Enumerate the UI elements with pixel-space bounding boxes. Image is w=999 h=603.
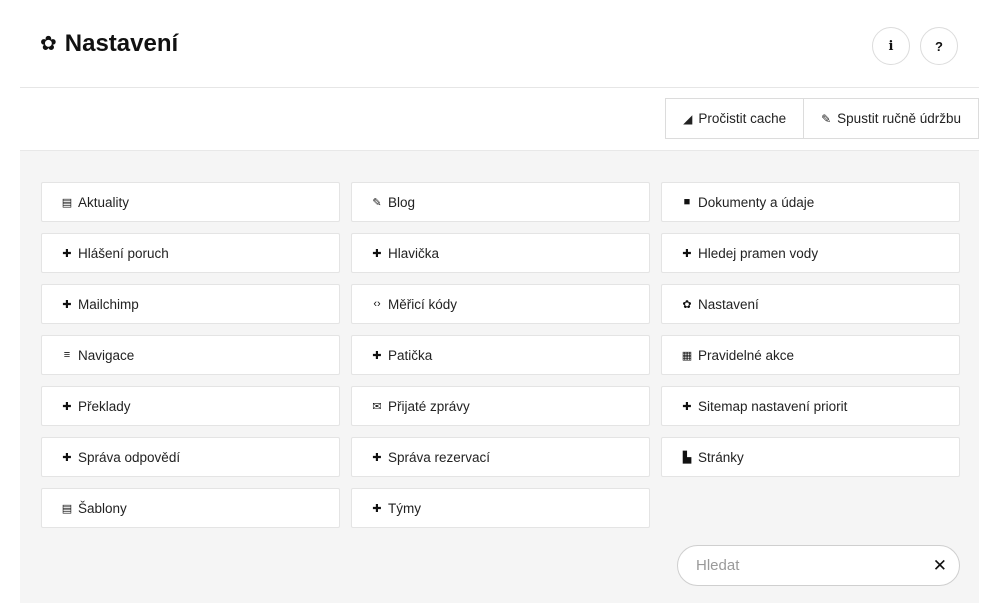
pencil-icon: ✎ xyxy=(372,196,382,209)
settings-item-sitemap[interactable]: ✚ Sitemap nastavení priorit xyxy=(661,386,960,426)
menu-icon: ≡ xyxy=(63,349,71,361)
settings-item-mailchimp[interactable]: ✚ Mailchimp xyxy=(41,284,340,324)
settings-item-label: Hledej pramen vody xyxy=(698,245,819,261)
settings-item-label: Patička xyxy=(388,347,433,363)
settings-item-hlaseni-poruch[interactable]: ✚ Hlášení poruch xyxy=(41,233,340,273)
clear-cache-button[interactable]: ◢ Pročistit cache xyxy=(665,98,805,139)
search-box: ✕ xyxy=(677,545,960,586)
settings-item-tymy[interactable]: ✚ Týmy xyxy=(351,488,650,528)
puzzle-icon: ✚ xyxy=(62,298,72,311)
toolbar: ◢ Pročistit cache ✎ Spustit ručně údržbu xyxy=(665,98,979,139)
info-icon: i xyxy=(888,38,894,54)
settings-item-hledej-pramen[interactable]: ✚ Hledej pramen vody xyxy=(661,233,960,273)
code-icon: ‹› xyxy=(373,298,381,310)
search-input[interactable] xyxy=(696,557,933,574)
page-title-text: Nastavení xyxy=(64,30,179,57)
settings-item-label: Měřicí kódy xyxy=(388,296,458,312)
settings-item-label: Mailchimp xyxy=(78,296,139,312)
settings-item-dokumenty[interactable]: ■ Dokumenty a údaje xyxy=(661,182,960,222)
puzzle-icon: ✚ xyxy=(62,247,72,260)
lock-icon: ■ xyxy=(683,196,691,208)
puzzle-icon: ✚ xyxy=(62,451,72,464)
info-button[interactable]: i xyxy=(872,27,910,65)
settings-item-label: Správa rezervací xyxy=(388,449,491,465)
settings-grid: ▤ Aktuality ✎ Blog ■ Dokumenty a údaje ✚ Hlá… xyxy=(41,182,960,528)
header-divider xyxy=(20,87,979,88)
file-icon: ▙ xyxy=(682,451,692,464)
settings-item-merici-kody[interactable]: ‹› Měřicí kódy xyxy=(351,284,650,324)
settings-item-label: Nastavení xyxy=(698,296,759,312)
gear-icon: ✿ xyxy=(682,298,692,311)
envelope-icon: ✉ xyxy=(372,400,382,413)
puzzle-icon: ✚ xyxy=(372,451,382,464)
settings-item-navigace[interactable]: ≡ Navigace xyxy=(41,335,340,375)
settings-item-blog[interactable]: ✎ Blog xyxy=(351,182,650,222)
settings-item-nastaveni[interactable]: ✿ Nastavení xyxy=(661,284,960,324)
settings-panel: ▤ Aktuality ✎ Blog ■ Dokumenty a údaje ✚ Hlá… xyxy=(20,150,979,603)
puzzle-icon: ✚ xyxy=(682,247,692,260)
gear-icon: ✿ xyxy=(40,33,57,55)
newspaper-icon: ▤ xyxy=(61,196,73,209)
settings-item-label: Správa odpovědí xyxy=(78,449,181,465)
settings-item-aktuality[interactable]: ▤ Aktuality xyxy=(41,182,340,222)
wrench-icon: ✎ xyxy=(821,111,832,126)
page-header: ✿ Nastavení i ? xyxy=(0,0,999,88)
help-button[interactable]: ? xyxy=(920,27,958,65)
settings-item-prijate-zpravy[interactable]: ✉ Přijaté zprávy xyxy=(351,386,650,426)
settings-item-label: Šablony xyxy=(78,500,127,516)
settings-item-label: Pravidelné akce xyxy=(698,347,795,363)
settings-item-sprava-rezervaci[interactable]: ✚ Správa rezervací xyxy=(351,437,650,477)
settings-item-label: Sitemap nastavení priorit xyxy=(698,398,848,414)
puzzle-icon: ✚ xyxy=(372,502,382,515)
puzzle-icon: ✚ xyxy=(372,247,382,260)
puzzle-icon: ✚ xyxy=(62,400,72,413)
settings-item-label: Aktuality xyxy=(78,194,130,210)
settings-item-label: Překlady xyxy=(78,398,131,414)
settings-item-paticka[interactable]: ✚ Patička xyxy=(351,335,650,375)
run-maintenance-button[interactable]: ✎ Spustit ručně údržbu xyxy=(804,98,979,139)
clear-cache-label: Pročistit cache xyxy=(698,111,787,126)
settings-item-sablony[interactable]: ▤ Šablony xyxy=(41,488,340,528)
settings-item-preklady[interactable]: ✚ Překlady xyxy=(41,386,340,426)
settings-item-label: Týmy xyxy=(388,500,421,516)
settings-item-label: Dokumenty a údaje xyxy=(698,194,815,210)
settings-item-label: Navigace xyxy=(78,347,135,363)
settings-item-label: Hlášení poruch xyxy=(78,245,169,261)
page-title: ✿ Nastavení xyxy=(40,30,178,58)
eraser-icon: ◢ xyxy=(683,111,693,126)
run-maintenance-label: Spustit ručně údržbu xyxy=(837,111,961,126)
settings-item-pravidelne-akce[interactable]: ▦ Pravidelné akce xyxy=(661,335,960,375)
settings-item-label: Blog xyxy=(388,194,416,210)
settings-item-label: Hlavička xyxy=(388,245,440,261)
puzzle-icon: ✚ xyxy=(372,349,382,362)
help-icon: ? xyxy=(935,38,943,54)
settings-item-sprava-odpovedi[interactable]: ✚ Správa odpovědí xyxy=(41,437,340,477)
settings-item-hlavicka[interactable]: ✚ Hlavička xyxy=(351,233,650,273)
close-icon[interactable]: ✕ xyxy=(933,556,947,576)
puzzle-icon: ✚ xyxy=(682,400,692,413)
settings-item-stranky[interactable]: ▙ Stránky xyxy=(661,437,960,477)
calendar-icon: ▦ xyxy=(681,349,693,362)
settings-item-label: Stránky xyxy=(698,449,744,465)
settings-item-label: Přijaté zprávy xyxy=(388,398,470,414)
file-text-icon: ▤ xyxy=(61,502,73,515)
